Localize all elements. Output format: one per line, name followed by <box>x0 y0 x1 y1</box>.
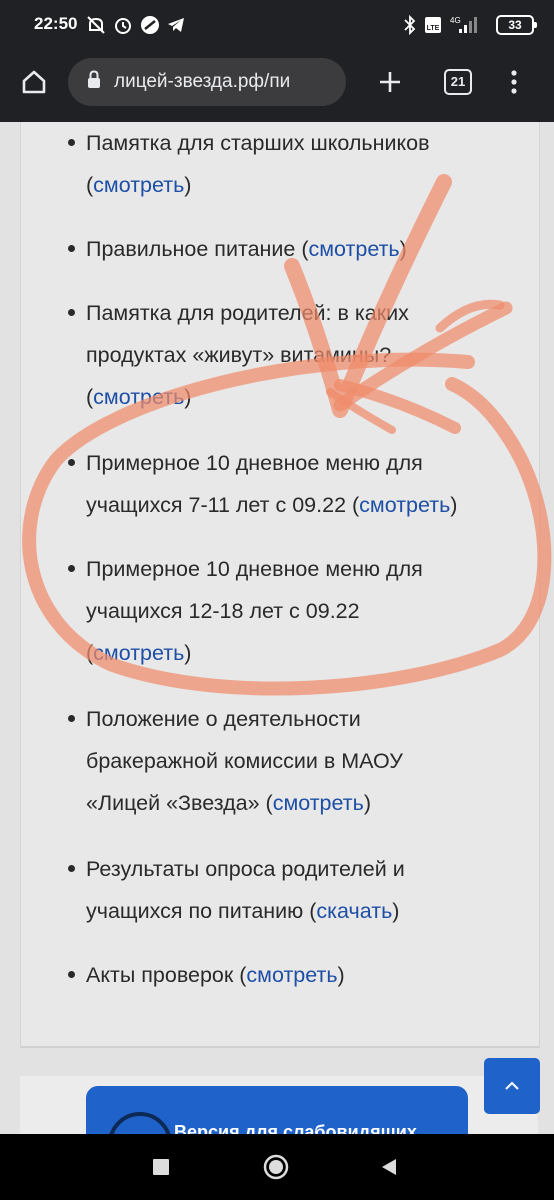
volte-icon: LTE <box>424 15 442 40</box>
download-link[interactable]: скачать <box>316 899 392 923</box>
svg-text:4G: 4G <box>450 16 461 25</box>
list-item: Положение о деятельности бракеражной ком… <box>68 698 506 824</box>
home-nav-button[interactable] <box>241 1134 311 1200</box>
back-button[interactable] <box>354 1134 424 1200</box>
list-item: Акты проверок (смотреть) <box>68 954 506 996</box>
url-text: лицей-звезда.рф/пи <box>114 71 291 92</box>
svg-text:LTE: LTE <box>427 25 440 32</box>
silent-icon <box>86 15 106 40</box>
telegram-icon <box>166 15 186 40</box>
status-time: 22:50 <box>34 14 78 33</box>
more-vert-icon <box>511 70 517 94</box>
home-icon <box>22 70 46 94</box>
square-icon <box>153 1159 169 1175</box>
menu-button[interactable] <box>494 52 534 112</box>
view-link[interactable]: смотреть <box>93 173 184 197</box>
list-item: Памятка для старших школьников (смотреть… <box>68 122 506 206</box>
list-item: Памятка для родителей: в каких продуктах… <box>68 292 506 418</box>
alarm-icon <box>113 15 133 40</box>
tab-switcher-button[interactable]: 21 <box>434 52 482 112</box>
circle-icon <box>263 1154 289 1180</box>
home-button[interactable] <box>10 52 58 112</box>
view-link[interactable]: смотреть <box>246 963 337 987</box>
battery-indicator: 33 <box>496 15 537 35</box>
list-item: Примерное 10 дневное меню для учащихся 7… <box>68 442 506 526</box>
list-item: Результаты опроса родителей и учащихся п… <box>68 848 506 932</box>
view-link[interactable]: смотреть <box>273 791 364 815</box>
back-triangle-icon <box>382 1159 396 1175</box>
recents-button[interactable] <box>126 1134 196 1200</box>
eye-icon <box>108 1112 172 1134</box>
plus-icon <box>380 72 400 92</box>
system-nav-bar <box>0 1134 554 1200</box>
address-bar[interactable]: лицей-звезда.рф/пи <box>68 58 346 106</box>
view-link[interactable]: смотреть <box>93 641 184 665</box>
status-bar: 22:50 LTE 4G 33 <box>0 0 554 52</box>
view-link[interactable]: смотреть <box>309 237 400 261</box>
view-link[interactable]: смотреть <box>93 385 184 409</box>
app-icon <box>140 15 160 40</box>
scroll-to-top-button[interactable] <box>484 1058 540 1114</box>
lock-icon <box>86 69 102 95</box>
list-item: Правильное питание (смотреть) <box>68 228 506 270</box>
page-content: Памятка для старших школьников (смотреть… <box>0 122 554 1134</box>
bluetooth-icon <box>402 14 418 40</box>
low-vision-label: Версия для слабовидящих <box>174 1122 417 1134</box>
low-vision-version-button[interactable]: Версия для слабовидящих <box>86 1086 468 1134</box>
browser-toolbar: лицей-звезда.рф/пи 21 <box>0 52 554 123</box>
tab-count: 21 <box>444 69 472 95</box>
chevron-up-icon <box>505 1081 519 1090</box>
new-tab-button[interactable] <box>366 52 414 112</box>
signal-icon: 4G <box>449 15 479 40</box>
view-link[interactable]: смотреть <box>359 493 450 517</box>
list-item: Примерное 10 дневное меню для учащихся 1… <box>68 548 506 674</box>
